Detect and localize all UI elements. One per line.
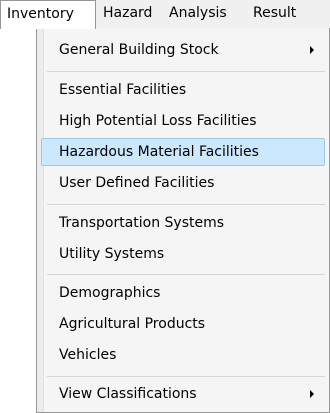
- menu-item-demographics[interactable]: Demographics: [41, 279, 325, 307]
- menu-item-high-potential-loss-facilities[interactable]: High Potential Loss Facilities: [41, 107, 325, 135]
- menu-separator: [47, 376, 325, 377]
- menu-item-label: View Classifications: [59, 386, 197, 402]
- menu-inventory[interactable]: Inventory: [0, 0, 96, 29]
- menu-item-label: Utility Systems: [59, 246, 165, 262]
- menu-result[interactable]: Result: [253, 0, 296, 28]
- menu-item-label: User Defined Facilities: [59, 175, 215, 191]
- menu-item-essential-facilities[interactable]: Essential Facilities: [41, 76, 325, 104]
- menu-item-label: Hazardous Material Facilities: [59, 144, 259, 160]
- menu-separator: [47, 274, 325, 275]
- menu-item-label: Vehicles: [59, 347, 117, 363]
- menu-separator: [47, 71, 325, 72]
- menu-item-transportation-systems[interactable]: Transportation Systems: [41, 209, 325, 237]
- menu-item-label: General Building Stock: [59, 42, 219, 58]
- inventory-dropdown-menu: General Building Stock Essential Facilit…: [36, 28, 330, 413]
- menu-item-label: Transportation Systems: [59, 215, 225, 231]
- menu-item-general-building-stock[interactable]: General Building Stock: [41, 36, 325, 64]
- menu-item-label: Essential Facilities: [59, 82, 187, 98]
- menu-separator: [47, 204, 325, 205]
- menu-item-label: Agricultural Products: [59, 316, 206, 332]
- menu-hazard[interactable]: Hazard: [103, 0, 152, 28]
- menu-item-agricultural-products[interactable]: Agricultural Products: [41, 310, 325, 338]
- menu-item-hazardous-material-facilities[interactable]: Hazardous Material Facilities: [41, 138, 325, 166]
- menu-item-label: Demographics: [59, 285, 161, 301]
- menu-item-user-defined-facilities[interactable]: User Defined Facilities: [41, 169, 325, 197]
- submenu-arrow-icon: [310, 46, 314, 54]
- submenu-arrow-icon: [310, 390, 314, 398]
- menu-item-utility-systems[interactable]: Utility Systems: [41, 240, 325, 268]
- menu-item-view-classifications[interactable]: View Classifications: [41, 380, 325, 408]
- menu-item-label: High Potential Loss Facilities: [59, 113, 257, 129]
- menu-item-vehicles[interactable]: Vehicles: [41, 341, 325, 369]
- menu-analysis[interactable]: Analysis: [169, 0, 227, 28]
- menu-bar: Inventory Hazard Analysis Result: [0, 0, 330, 29]
